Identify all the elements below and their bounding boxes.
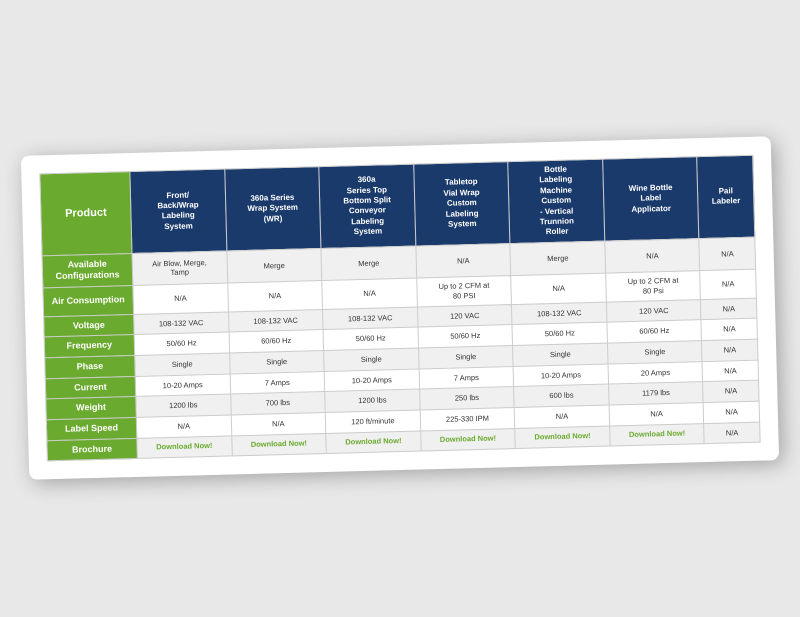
download-link-1[interactable]: Download Now!	[156, 442, 212, 452]
cell-4-2: 60/60 Hz	[229, 330, 324, 353]
cell-2-6: Up to 2 CFM at80 Psi	[606, 271, 701, 302]
row-header-configurations: AvailableConfigurations	[42, 254, 133, 289]
cell-5-2: Single	[229, 351, 324, 374]
cell-3-3: 108-132 VAC	[323, 307, 418, 330]
download-link-6[interactable]: Download Now!	[629, 429, 685, 439]
cell-1-5: Merge	[510, 241, 605, 276]
cell-8-3: 120 ft/minute	[325, 410, 420, 433]
cell-9-6: Download Now!	[610, 424, 705, 447]
row-header-labelspeed: Label Speed	[46, 418, 137, 441]
download-link-3[interactable]: Download Now!	[345, 437, 401, 447]
comparison-card: Product Front/Back/WrapLabelingSystem 36…	[21, 137, 779, 481]
cell-5-1: Single	[135, 353, 230, 376]
cell-4-6: 60/60 Hz	[607, 320, 702, 343]
cell-8-2: N/A	[231, 413, 326, 436]
cell-1-3: Merge	[321, 246, 416, 281]
cell-1-6: N/A	[605, 239, 700, 274]
cell-2-7: N/A	[700, 270, 756, 300]
cell-3-2: 108-132 VAC	[228, 309, 323, 332]
page-wrapper: Product Front/Back/WrapLabelingSystem 36…	[10, 14, 790, 604]
comparison-table: Product Front/Back/WrapLabelingSystem 36…	[39, 155, 760, 462]
cell-4-7: N/A	[701, 319, 757, 341]
cell-8-6: N/A	[609, 403, 704, 426]
cell-7-4: 250 lbs	[419, 387, 514, 410]
cell-4-4: 50/60 Hz	[418, 325, 513, 348]
cell-9-4: Download Now!	[420, 429, 515, 452]
row-header-brochure: Brochure	[47, 438, 138, 461]
cell-7-2: 700 lbs	[230, 392, 325, 415]
cell-5-6: Single	[607, 341, 702, 364]
cell-3-5: 108-132 VAC	[512, 302, 607, 325]
col-header-7: PailLabeler	[697, 155, 755, 238]
row-header-weight: Weight	[46, 397, 137, 420]
cell-1-1: Air Blow, Merge,Tamp	[132, 251, 227, 286]
cell-2-2: N/A	[227, 281, 322, 312]
cell-7-6: 1179 lbs	[608, 382, 703, 405]
col-header-5: BottleLabelingMachineCustom- VerticalTru…	[508, 159, 605, 243]
cell-3-7: N/A	[701, 298, 757, 320]
cell-4-3: 50/60 Hz	[323, 328, 418, 351]
cell-1-7: N/A	[699, 237, 755, 271]
cell-9-3: Download Now!	[326, 431, 421, 454]
cell-2-4: Up to 2 CFM at80 PSI	[416, 276, 511, 307]
cell-8-5: N/A	[514, 405, 609, 428]
row-header-phase: Phase	[45, 356, 136, 379]
cell-5-3: Single	[324, 348, 419, 371]
product-header: Product	[40, 172, 132, 256]
cell-1-2: Merge	[227, 249, 322, 284]
download-link-4[interactable]: Download Now!	[440, 434, 496, 444]
cell-6-1: 10-20 Amps	[135, 374, 230, 397]
cell-3-1: 108-132 VAC	[134, 312, 229, 335]
cell-8-4: 225-330 IPM	[420, 408, 515, 431]
cell-3-6: 120 VAC	[606, 300, 701, 323]
row-header-air: Air Consumption	[43, 286, 134, 317]
col-header-2: 360a SeriesWrap System(WR)	[224, 167, 321, 251]
col-header-1: Front/Back/WrapLabelingSystem	[130, 169, 227, 253]
download-link-5[interactable]: Download Now!	[534, 432, 590, 442]
cell-2-5: N/A	[511, 273, 606, 304]
cell-6-2: 7 Amps	[230, 371, 325, 394]
cell-9-1: Download Now!	[137, 436, 232, 459]
cell-7-3: 1200 lbs	[325, 390, 420, 413]
cell-9-7: N/A	[704, 422, 760, 444]
cell-6-5: 10-20 Amps	[513, 364, 608, 387]
cell-6-6: 20 Amps	[608, 362, 703, 385]
cell-8-1: N/A	[136, 415, 231, 438]
cell-6-3: 10-20 Amps	[324, 369, 419, 392]
row-header-current: Current	[45, 376, 136, 399]
row-header-voltage: Voltage	[44, 314, 135, 337]
cell-9-2: Download Now!	[231, 433, 326, 456]
cell-6-4: 7 Amps	[419, 367, 514, 390]
cell-7-1: 1200 lbs	[136, 395, 231, 418]
col-header-3: 360aSeries TopBottom SplitConveyorLabeli…	[319, 164, 416, 248]
cell-2-1: N/A	[133, 283, 228, 314]
cell-9-5: Download Now!	[515, 426, 610, 449]
col-header-4: TabletopVial WrapCustomLabelingSystem	[413, 162, 510, 246]
cell-6-7: N/A	[702, 360, 758, 382]
cell-4-5: 50/60 Hz	[512, 323, 607, 346]
col-header-6: Wine BottleLabelApplicator	[603, 157, 700, 241]
cell-1-4: N/A	[416, 244, 511, 279]
cell-3-4: 120 VAC	[417, 304, 512, 327]
cell-5-4: Single	[418, 346, 513, 369]
cell-7-7: N/A	[703, 381, 759, 403]
cell-5-7: N/A	[702, 339, 758, 361]
cell-7-5: 600 lbs	[514, 385, 609, 408]
cell-4-1: 50/60 Hz	[134, 333, 229, 356]
row-header-frequency: Frequency	[44, 335, 135, 358]
cell-8-7: N/A	[704, 401, 760, 423]
cell-5-5: Single	[513, 343, 608, 366]
download-link-2[interactable]: Download Now!	[251, 439, 307, 449]
cell-2-3: N/A	[322, 278, 417, 309]
